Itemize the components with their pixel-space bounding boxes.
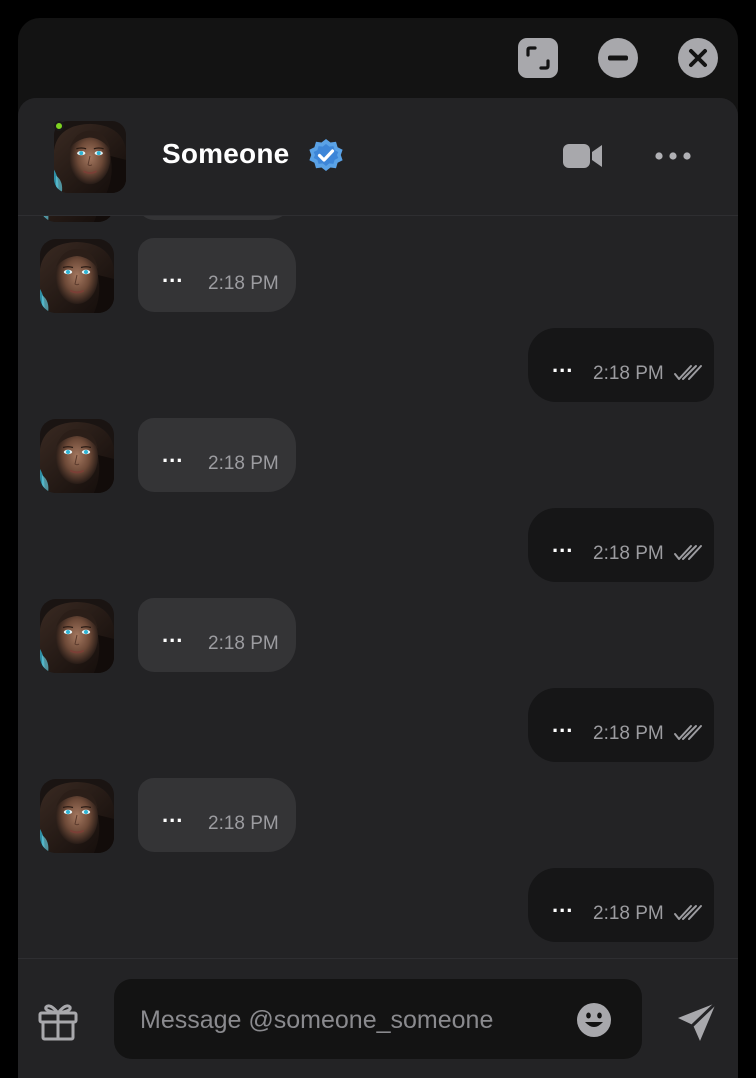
message-timestamp: 2:18 PM — [208, 633, 279, 654]
close-icon — [678, 38, 718, 78]
video-call-button[interactable] — [561, 138, 605, 174]
window-controls — [18, 18, 738, 98]
message-avatar — [40, 216, 114, 222]
message-bubble-outgoing[interactable]: ... 2:18 PM — [528, 508, 714, 582]
expand-button[interactable] — [518, 38, 558, 78]
message-timestamp: 2:18 PM — [593, 363, 664, 384]
contact-avatar[interactable] — [54, 121, 126, 193]
message-timestamp: 2:18 PM — [593, 543, 664, 564]
message-bubble-incoming[interactable]: ... 2:18 PM — [138, 598, 296, 672]
message-bubble-outgoing[interactable]: ... 2:18 PM — [528, 328, 714, 402]
message-timestamp: 2:18 PM — [208, 813, 279, 834]
send-icon — [678, 1001, 718, 1041]
expand-icon — [518, 38, 558, 78]
message-timestamp: 2:18 PM — [593, 903, 664, 924]
more-horizontal-icon — [655, 152, 691, 160]
message-text: ... — [162, 442, 184, 467]
message-bubble-incoming[interactable] — [138, 216, 296, 220]
message-text: ... — [552, 712, 574, 737]
message-timestamp: 2:18 PM — [208, 273, 279, 294]
message-text: ... — [552, 352, 574, 377]
minimize-button[interactable] — [598, 38, 638, 78]
chat-window: Someone ... 2:18 PM ... 2:18 PM ... 2:18… — [18, 18, 738, 1078]
message-text: ... — [162, 262, 184, 287]
message-bubble-outgoing[interactable]: ... 2:18 PM — [528, 688, 714, 762]
read-receipt-icon — [674, 725, 702, 740]
gift-button[interactable] — [36, 999, 80, 1043]
gift-icon — [38, 1004, 78, 1041]
message-avatar[interactable] — [40, 779, 114, 853]
message-text: ... — [162, 622, 184, 647]
message-avatar[interactable] — [40, 599, 114, 673]
chat-panel: Someone ... 2:18 PM ... 2:18 PM ... 2:18… — [18, 98, 738, 1078]
message-bubble-outgoing[interactable]: ... 2:18 PM — [528, 868, 714, 942]
read-receipt-icon — [674, 545, 702, 560]
message-text: ... — [552, 532, 574, 557]
minimize-icon — [598, 38, 638, 78]
message-bubble-incoming[interactable]: ... 2:18 PM — [138, 778, 296, 852]
read-receipt-icon — [674, 905, 702, 920]
emoji-icon — [577, 1003, 611, 1037]
chat-header: Someone — [18, 98, 738, 216]
message-bubble-incoming[interactable]: ... 2:18 PM — [138, 238, 296, 312]
message-composer — [18, 958, 738, 1078]
online-status-indicator — [54, 121, 64, 131]
send-button[interactable] — [674, 999, 720, 1045]
message-list[interactable]: ... 2:18 PM... 2:18 PM... 2:18 PM... 2:18 PM… — [18, 216, 738, 958]
verified-badge-icon — [309, 139, 343, 171]
emoji-button[interactable] — [576, 1002, 612, 1038]
read-receipt-icon — [674, 365, 702, 380]
message-timestamp: 2:18 PM — [593, 723, 664, 744]
message-text: ... — [552, 892, 574, 917]
message-bubble-incoming[interactable]: ... 2:18 PM — [138, 418, 296, 492]
message-input-box[interactable] — [114, 979, 642, 1059]
message-timestamp: 2:18 PM — [208, 453, 279, 474]
more-options-button[interactable] — [651, 144, 695, 168]
video-camera-icon — [563, 144, 602, 168]
contact-name[interactable]: Someone — [162, 138, 289, 170]
message-avatar[interactable] — [40, 419, 114, 493]
message-input[interactable] — [140, 1003, 560, 1037]
message-avatar[interactable] — [40, 239, 114, 313]
message-text: ... — [162, 802, 184, 827]
close-button[interactable] — [678, 38, 718, 78]
